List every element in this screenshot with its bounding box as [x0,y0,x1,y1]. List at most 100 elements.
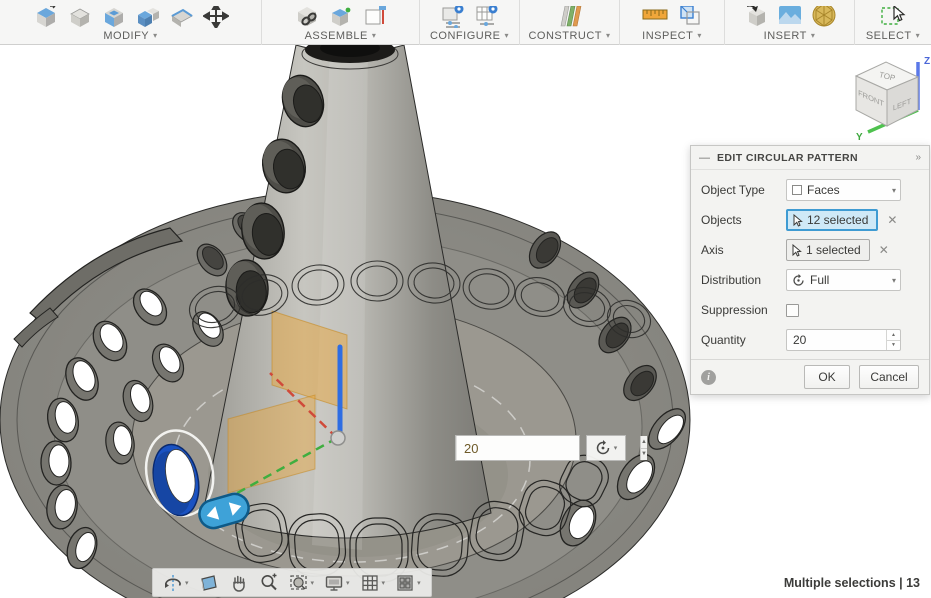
quantity-label: Quantity [701,333,786,347]
chevron-down-icon: ▾ [504,32,509,40]
configure-icon[interactable] [440,6,466,28]
toolbar-group-modify: MODIFY▾ [0,0,262,45]
viewport-canvas[interactable]: ▲ ▼ ▾ TOP FRONT LEFT Z Y ▾ [0,45,931,598]
viewports-button[interactable]: ▾ [391,571,425,595]
quantity-input[interactable] [787,330,886,350]
distribution-select[interactable]: Full ▾ [786,269,901,291]
main-toolbar: MODIFY▾ ASSEMBLE▾ CONFIGURE▾ CONSTRUCT▾ [0,0,931,45]
objects-selection-button[interactable]: 12 selected [786,209,878,231]
menu-construct[interactable]: CONSTRUCT▾ [528,30,610,42]
zoom-icon [259,573,279,593]
pan-hand-icon [229,573,249,593]
menu-modify[interactable]: MODIFY▾ [103,30,157,42]
overflow-icon[interactable]: » [915,152,921,163]
grid-button[interactable]: ▾ [356,571,390,595]
chevron-down-icon: ▾ [916,32,921,40]
chevron-down-icon: ▾ [614,444,618,452]
object-type-select[interactable]: Faces ▾ [786,179,901,201]
dialog-header[interactable]: — EDIT CIRCULAR PATTERN » [691,146,929,170]
menu-assemble[interactable]: ASSEMBLE▾ [305,30,377,42]
collapse-icon[interactable]: — [699,152,710,164]
insert-mesh-icon[interactable] [811,6,837,28]
faces-icon [792,185,802,195]
fit-button[interactable]: ▾ [285,571,319,595]
display-settings-button[interactable]: ▾ [320,571,354,595]
zoom-button[interactable] [255,571,283,595]
distribution-label: Distribution [701,273,786,287]
object-type-label: Object Type [701,183,786,197]
menu-configure[interactable]: CONFIGURE▾ [430,30,509,42]
edit-circular-pattern-dialog: — EDIT CIRCULAR PATTERN » Object Type Fa… [690,145,930,395]
rigid-group-icon[interactable] [362,6,388,28]
y-axis-label: Y [856,132,863,143]
selection-status: Multiple selections | 13 [784,576,920,590]
spin-down-button[interactable]: ▼ [641,449,647,461]
ok-button[interactable]: OK [804,365,850,389]
section-analysis-icon[interactable] [677,6,703,28]
info-icon[interactable]: i [701,370,716,385]
construction-plane-icon[interactable] [556,6,584,28]
chevron-down-icon: ▾ [892,276,896,285]
chevron-down-icon: ▾ [372,32,377,40]
cursor-icon [792,244,802,257]
cancel-button[interactable]: Cancel [859,365,919,389]
axis-label: Axis [701,243,786,257]
look-at-button[interactable] [195,571,223,595]
cursor-icon [793,214,803,227]
menu-select[interactable]: SELECT▾ [866,30,920,42]
chevron-down-icon: ▾ [346,579,350,587]
display-settings-icon [324,573,344,593]
insert-derive-icon[interactable] [743,6,769,28]
menu-insert[interactable]: INSERT▾ [764,30,816,42]
chevron-down-icon: ▾ [382,579,386,587]
quantity-row: Quantity ▲ ▼ [691,325,929,355]
chevron-down-icon: ▾ [153,32,158,40]
orbit-button[interactable]: ▾ [159,571,193,595]
orbit-icon [163,573,183,593]
chevron-down-icon: ▾ [311,579,315,587]
select-cursor-icon[interactable] [880,6,906,28]
fillet-icon[interactable] [67,6,93,28]
view-cube[interactable]: TOP FRONT LEFT Z Y [840,50,931,145]
shell-icon[interactable] [101,6,127,28]
combine-icon[interactable] [135,6,161,28]
look-at-icon [199,573,219,593]
quantity-spin-down[interactable]: ▼ [887,341,900,351]
axis-selection-button[interactable]: 1 selected [786,239,870,261]
axis-row: Axis 1 selected ✕ [691,235,929,265]
chevron-down-icon: ▾ [185,579,189,587]
object-type-row: Object Type Faces ▾ [691,175,929,205]
press-pull-icon[interactable] [33,6,59,28]
configuration-table-icon[interactable] [474,6,500,28]
toolbar-group-inspect: INSPECT▾ [620,0,725,45]
navigation-toolbar: ▾ ▾ ▾ ▾ [152,568,432,597]
z-axis-label: Z [924,56,930,67]
joint-icon[interactable] [328,6,354,28]
measure-icon[interactable] [641,6,669,28]
chevron-down-icon: ▾ [811,32,816,40]
origin-point[interactable] [331,431,345,445]
chevron-down-icon: ▾ [892,186,896,195]
circular-pattern-icon [595,440,611,456]
fusion-window: MODIFY▾ ASSEMBLE▾ CONFIGURE▾ CONSTRUCT▾ [0,0,931,598]
dialog-title: EDIT CIRCULAR PATTERN [717,152,915,164]
chevron-down-icon: ▾ [417,579,421,587]
pattern-type-button[interactable]: ▾ [586,435,626,461]
toolbar-group-assemble: ASSEMBLE▾ [262,0,420,45]
clear-objects-icon[interactable]: ✕ [887,213,897,227]
viewports-icon [395,573,415,593]
quantity-spin-up[interactable]: ▲ [887,330,900,341]
pan-button[interactable] [225,571,253,595]
clear-axis-icon[interactable]: ✕ [879,243,889,257]
distribution-row: Distribution Full ▾ [691,265,929,295]
canvas-image-icon[interactable] [777,6,803,28]
menu-inspect[interactable]: INSPECT▾ [642,30,702,42]
spin-up-button[interactable]: ▲ [641,436,647,449]
suppression-checkbox[interactable] [786,304,799,317]
chevron-down-icon: ▾ [606,32,611,40]
chevron-down-icon: ▾ [697,32,702,40]
toolbar-group-select: SELECT▾ [855,0,931,45]
move-copy-icon[interactable] [203,6,229,28]
offset-face-icon[interactable] [169,6,195,28]
new-component-icon[interactable] [294,6,320,28]
